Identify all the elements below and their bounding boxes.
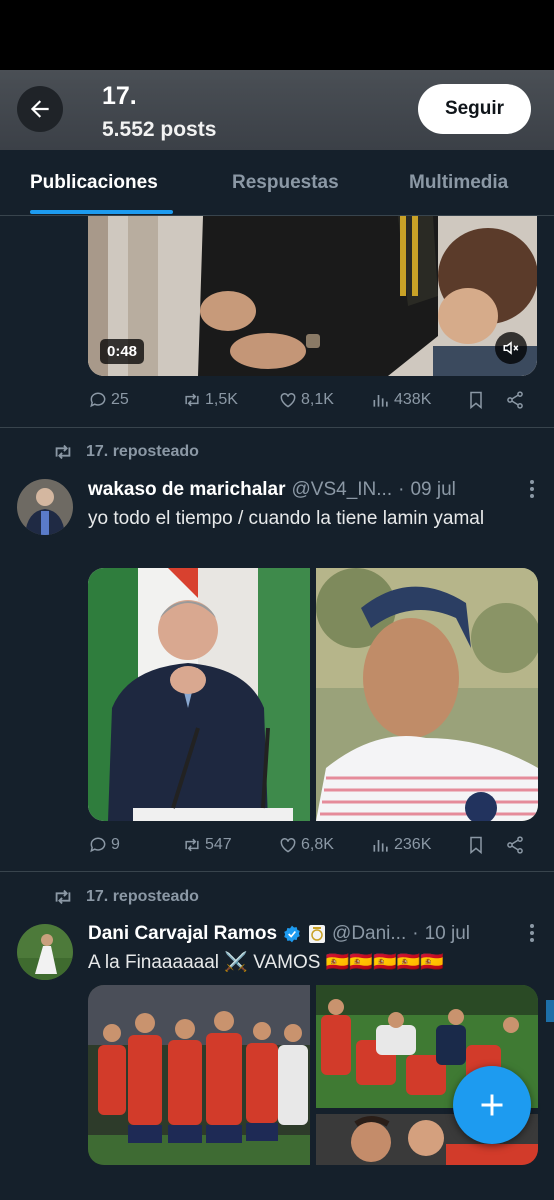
repost-arrows-icon	[185, 838, 199, 852]
reply-button[interactable]: 9	[88, 835, 120, 855]
chat-bubble-icon	[90, 837, 106, 853]
bar-chart-icon	[373, 840, 388, 852]
tweet-divider	[0, 427, 554, 428]
chat-bubble-icon	[90, 392, 106, 408]
views-button[interactable]: 236K	[371, 835, 431, 855]
bookmark-button[interactable]	[466, 835, 486, 855]
tab-respuestas[interactable]: Respuestas	[232, 172, 339, 194]
plus-icon	[481, 1094, 503, 1116]
mute-button[interactable]	[495, 332, 527, 364]
heart-icon	[280, 392, 296, 408]
compose-button[interactable]	[453, 1066, 531, 1144]
tab-multimedia[interactable]: Multimedia	[409, 172, 508, 194]
tweet3-author: Dani Carvajal Ramos @Dani... · 10 jul	[88, 921, 538, 947]
bar-chart-icon	[373, 395, 388, 407]
repost-indicator: 17. reposteado	[52, 886, 199, 908]
more-options-button[interactable]	[528, 478, 536, 506]
repost-indicator: 17. reposteado	[52, 441, 199, 463]
repost-label: 17. reposteado	[86, 888, 199, 905]
profile-tabs: Publicaciones Respuestas Multimedia	[0, 150, 554, 216]
tweet-text: A la Finaaaaaal ⚔️ VAMOS 🇪🇸🇪🇸🇪🇸🇪🇸🇪🇸	[88, 952, 444, 973]
status-bar	[0, 0, 554, 70]
video-thumbnail	[88, 216, 537, 376]
separator-dot: ·	[412, 923, 419, 944]
image-man-cap	[316, 568, 538, 821]
image-team-celebration	[88, 985, 310, 1165]
avatar[interactable]	[17, 924, 73, 980]
author-handle[interactable]: @Dani...	[332, 923, 406, 945]
author-name[interactable]: wakaso de marichalar	[88, 479, 286, 501]
repost-button[interactable]: 1,5K	[182, 390, 238, 410]
bookmark-icon	[470, 836, 482, 855]
share-icon	[507, 836, 523, 854]
profile-header: 17. 5.552 posts Seguir	[0, 70, 554, 150]
more-vertical-icon	[530, 924, 534, 942]
author-name[interactable]: Dani Carvajal Ramos	[88, 923, 277, 945]
tweet-image[interactable]	[88, 985, 310, 1165]
follow-button[interactable]: Seguir	[418, 84, 531, 134]
repost-label: 17. reposteado	[86, 443, 199, 460]
image-politician	[88, 568, 310, 821]
tweet-date[interactable]: 10 jul	[425, 923, 470, 945]
separator-dot: ·	[398, 479, 405, 500]
avatar-image	[17, 924, 73, 980]
share-button[interactable]	[505, 835, 525, 855]
like-button[interactable]: 6,8K	[278, 835, 334, 855]
profile-title: 17.	[102, 82, 137, 110]
tweet2-author: wakaso de marichalar @VS4_IN... · 09 jul	[88, 477, 538, 503]
club-badge-icon	[309, 925, 326, 943]
view-count: 438K	[394, 391, 432, 408]
verified-badge-icon	[284, 925, 300, 943]
reply-count: 25	[111, 391, 129, 408]
back-button[interactable]	[17, 86, 63, 132]
video-duration: 0:48	[100, 339, 145, 364]
post-count: 5.552 posts	[102, 118, 217, 141]
arrow-left-icon	[30, 100, 49, 118]
more-options-button[interactable]	[528, 922, 536, 950]
tweet-text: yo todo el tiempo / cuando la tiene lami…	[88, 508, 485, 529]
tab-publicaciones[interactable]: Publicaciones	[30, 172, 158, 194]
like-count: 8,1K	[301, 391, 334, 408]
tweet1-actions: 25 1,5K 8,1K 438K	[88, 390, 538, 416]
views-button[interactable]: 438K	[371, 390, 431, 410]
tweet2-actions: 9 547 6,8K 236K	[88, 835, 538, 861]
tweet-image[interactable]	[88, 568, 310, 821]
share-button[interactable]	[505, 390, 525, 410]
repost-button[interactable]: 547	[182, 835, 232, 855]
speaker-muted-icon	[503, 341, 519, 355]
bookmark-button[interactable]	[466, 390, 486, 410]
bookmark-icon	[470, 391, 482, 410]
like-count: 6,8K	[301, 836, 334, 853]
author-handle[interactable]: @VS4_IN...	[292, 479, 393, 501]
reply-count: 9	[111, 836, 120, 853]
share-icon	[507, 391, 523, 409]
avatar[interactable]	[17, 479, 73, 535]
like-button[interactable]: 8,1K	[278, 390, 334, 410]
active-tab-indicator	[30, 210, 173, 214]
tweet-video[interactable]: 0:48	[88, 216, 537, 376]
avatar-image	[17, 479, 73, 535]
tweet-image[interactable]	[316, 568, 538, 821]
repost-arrows-icon	[185, 393, 199, 407]
view-count: 236K	[394, 836, 432, 853]
scroll-indicator[interactable]	[546, 1000, 554, 1022]
repost-count: 1,5K	[205, 391, 238, 408]
tweet-date[interactable]: 09 jul	[410, 479, 455, 501]
repost-count: 547	[205, 836, 232, 853]
more-vertical-icon	[530, 480, 534, 498]
repost-arrows-icon	[55, 444, 71, 460]
tweet-divider	[0, 871, 554, 872]
reply-button[interactable]: 25	[88, 390, 129, 410]
repost-arrows-icon	[55, 889, 71, 905]
heart-icon	[280, 837, 296, 853]
